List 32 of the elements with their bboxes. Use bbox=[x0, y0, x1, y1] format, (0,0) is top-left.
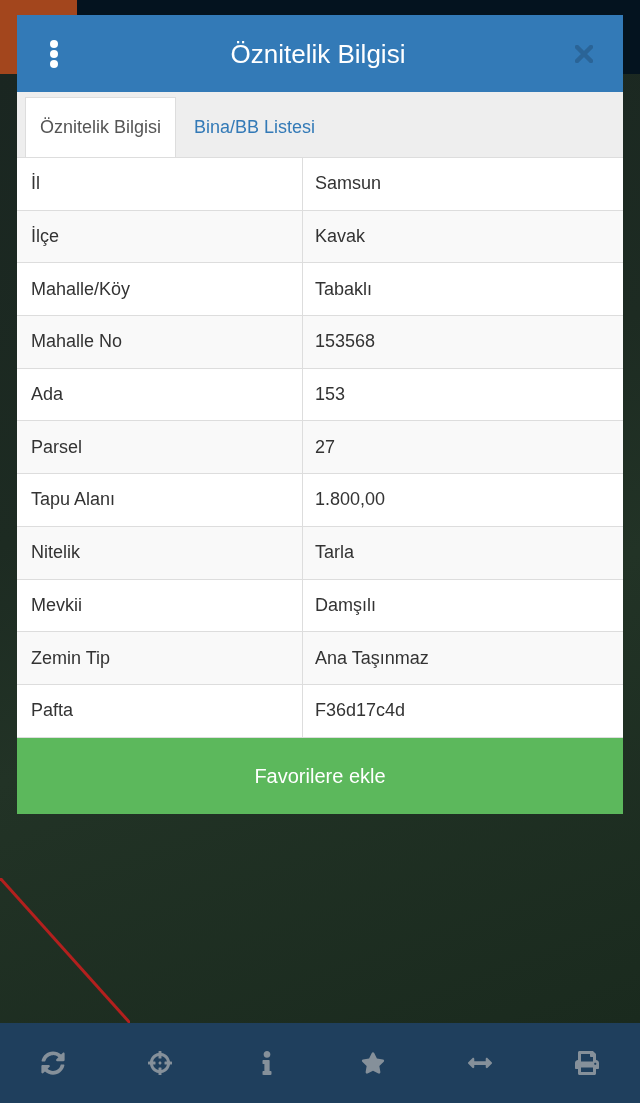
table-cell: Nitelik bbox=[17, 526, 303, 579]
table-cell: Mahalle No bbox=[17, 316, 303, 368]
table-cell: Tapu Alanı bbox=[17, 474, 303, 526]
table-cell-text: Kavak bbox=[314, 225, 367, 249]
table-cell: Zemin Tip bbox=[17, 632, 303, 684]
table-cell-text: Ana Taşınmaz bbox=[314, 646, 430, 670]
crosshair-icon bbox=[148, 1051, 172, 1075]
table-cell-text: Damşılı bbox=[314, 593, 377, 617]
table-cell: Pafta bbox=[17, 684, 303, 737]
dialog-title: Öznitelik Bilgisi bbox=[230, 40, 406, 67]
print-icon bbox=[574, 1051, 599, 1075]
add-to-favorites-button[interactable]: Favorilere ekle bbox=[17, 737, 623, 814]
tab[interactable]: Öznitelik Bilgisi bbox=[25, 97, 177, 157]
table-cell: İlçe bbox=[17, 210, 303, 263]
table-cell-text: 153568 bbox=[314, 330, 377, 354]
star-icon bbox=[361, 1051, 386, 1075]
refresh-icon bbox=[41, 1051, 66, 1075]
table-cell-text: Tabaklı bbox=[314, 277, 374, 301]
table-cell: Mevkii bbox=[17, 579, 303, 632]
vertical-dots-icon bbox=[49, 39, 59, 68]
table-cell-text: Samsun bbox=[314, 172, 383, 196]
table-cell-text: 27 bbox=[314, 435, 337, 459]
table-cell-text: F36d17c4d bbox=[314, 699, 407, 723]
table-cell-text: Tarla bbox=[314, 541, 355, 565]
table-cell: Ada bbox=[17, 368, 303, 421]
table-cell-text: 1.800,00 bbox=[314, 488, 387, 512]
table-cell: Parsel bbox=[17, 421, 303, 474]
close-icon bbox=[575, 44, 593, 63]
tab[interactable]: Bina/BB Listesi bbox=[176, 97, 334, 157]
table-cell: İl bbox=[17, 158, 303, 210]
table-cell: Mahalle/Köy bbox=[17, 263, 303, 316]
table-cell-text: 153 bbox=[314, 383, 347, 407]
